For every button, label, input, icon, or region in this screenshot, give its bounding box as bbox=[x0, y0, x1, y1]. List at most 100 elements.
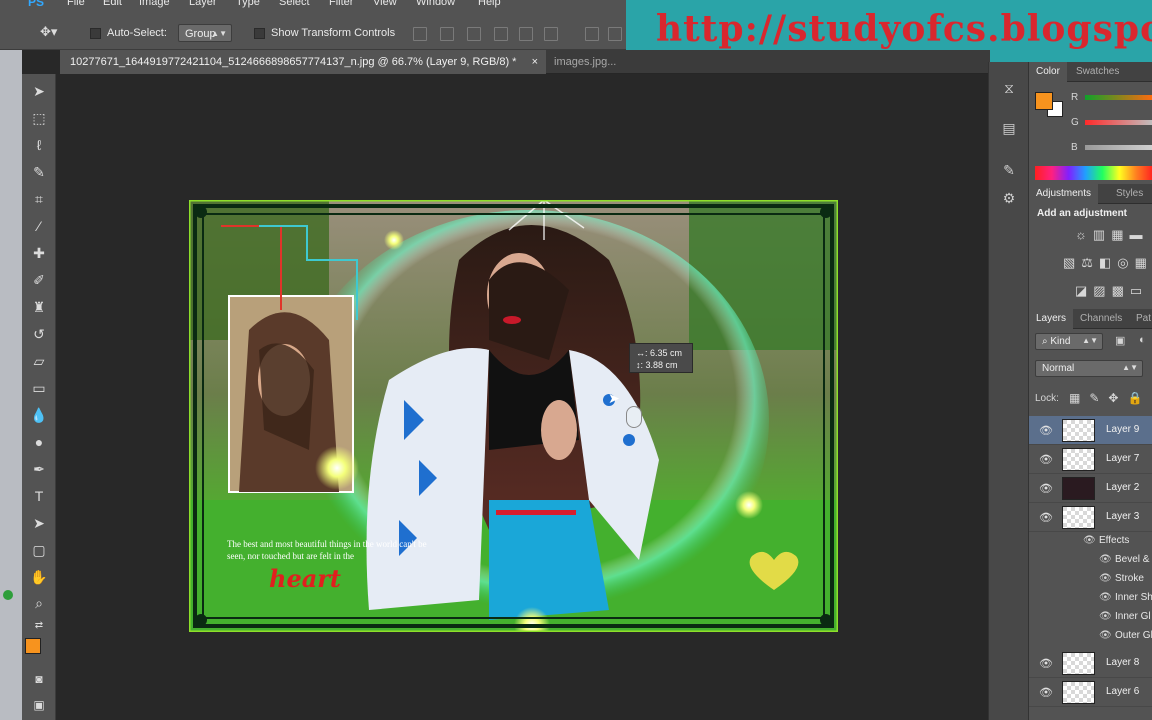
filter-image-icon[interactable]: ▣ bbox=[1115, 334, 1125, 347]
swap-colors-icon[interactable]: ⇄ bbox=[30, 617, 48, 635]
tab-active-document[interactable]: 10277671_1644919772421104_51246668986577… bbox=[60, 50, 546, 74]
menu-view[interactable]: View bbox=[373, 0, 397, 8]
history-panel-icon[interactable]: ⧖ bbox=[999, 78, 1019, 98]
eye-icon[interactable]: 👁 bbox=[1039, 453, 1053, 466]
menu-window[interactable]: Window bbox=[416, 0, 455, 8]
tab-images-document[interactable]: images.jpg... bbox=[544, 50, 626, 74]
auto-select-checkbox[interactable] bbox=[90, 28, 101, 39]
align-hcenter-icon[interactable] bbox=[519, 27, 533, 41]
type-tool-icon[interactable]: T bbox=[30, 487, 48, 505]
menu-image[interactable]: Image bbox=[139, 0, 170, 8]
blur-tool-icon[interactable]: 💧 bbox=[30, 406, 48, 424]
eye-icon[interactable]: 👁 bbox=[1099, 573, 1112, 584]
crop-tool-icon[interactable]: ⌗ bbox=[30, 190, 48, 208]
layer-row-layer-2[interactable]: 👁 Layer 2 bbox=[1029, 474, 1152, 503]
blend-mode-dropdown[interactable]: Normal ▲▼ bbox=[1035, 360, 1143, 377]
tool-presets-panel-icon[interactable]: ⚙ bbox=[999, 188, 1019, 208]
dodge-tool-icon[interactable]: ● bbox=[30, 433, 48, 451]
history-brush-tool-icon[interactable]: ↺ bbox=[30, 325, 48, 343]
effect-row-bevel[interactable]: 👁 Bevel & bbox=[1029, 551, 1152, 570]
gradient-tool-icon[interactable]: ▭ bbox=[30, 379, 48, 397]
color-spectrum-bar[interactable] bbox=[1035, 166, 1152, 180]
adjustment-icons-row-1[interactable]: ☼▥▦▬ bbox=[1075, 227, 1148, 243]
tab-close-icon[interactable]: × bbox=[532, 50, 538, 74]
pen-tool-icon[interactable]: ✒ bbox=[30, 460, 48, 478]
eye-icon[interactable]: 👁 bbox=[1099, 592, 1112, 603]
menu-layer[interactable]: Layer bbox=[189, 0, 217, 8]
eye-icon[interactable]: 👁 bbox=[1099, 611, 1112, 622]
filter-adjust-icon[interactable]: ◐ bbox=[1139, 334, 1146, 346]
menu-type[interactable]: Type bbox=[236, 0, 260, 8]
layer-row-layer-9[interactable]: 👁 Layer 9 bbox=[1029, 416, 1152, 445]
layer-name: Layer 3 bbox=[1106, 511, 1140, 522]
eye-icon[interactable]: 👁 bbox=[1039, 657, 1053, 670]
effect-row-inner-shadow[interactable]: 👁 Inner Sh bbox=[1029, 589, 1152, 608]
eye-icon[interactable]: 👁 bbox=[1039, 424, 1053, 437]
menu-edit[interactable]: Edit bbox=[103, 0, 122, 8]
brush-tool-icon[interactable]: ✐ bbox=[30, 271, 48, 289]
align-top-icon[interactable] bbox=[413, 27, 427, 41]
quick-select-tool-icon[interactable]: ✎ bbox=[30, 163, 48, 181]
eyedropper-tool-icon[interactable]: ⁄ bbox=[30, 217, 48, 235]
screen-mode-icon[interactable]: ▣ bbox=[30, 696, 48, 714]
healing-brush-tool-icon[interactable]: ✚ bbox=[30, 244, 48, 262]
effect-row-stroke[interactable]: 👁 Stroke bbox=[1029, 570, 1152, 589]
effect-row-outer-glow[interactable]: 👁 Outer Gl bbox=[1029, 627, 1152, 646]
foreground-color-swatch[interactable] bbox=[25, 638, 41, 654]
align-vcenter-icon[interactable] bbox=[440, 27, 454, 41]
tab-styles[interactable]: Styles bbox=[1109, 184, 1150, 204]
layer-row-layer-6[interactable]: 👁 Layer 6 bbox=[1029, 678, 1152, 707]
layer-row-layer-7[interactable]: 👁 Layer 7 bbox=[1029, 445, 1152, 474]
auto-select-dropdown[interactable]: Group ▲▼ bbox=[178, 24, 232, 42]
adjustment-icons-row-3[interactable]: ◪▨▩▭ bbox=[1075, 283, 1148, 299]
marquee-tool-icon[interactable]: ⬚ bbox=[30, 109, 48, 127]
effect-row-inner-glow[interactable]: 👁 Inner Gl bbox=[1029, 608, 1152, 627]
quick-mask-icon[interactable]: ◙ bbox=[30, 670, 48, 688]
move-tool-icon[interactable]: ➤ bbox=[30, 82, 48, 100]
eye-icon[interactable]: 👁 bbox=[1099, 554, 1112, 565]
document-canvas[interactable]: The best and most beautiful things in th… bbox=[189, 200, 838, 632]
tab-paths[interactable]: Pat bbox=[1129, 309, 1152, 329]
path-select-tool-icon[interactable]: ➤ bbox=[30, 514, 48, 532]
align-left-icon[interactable] bbox=[494, 27, 508, 41]
effects-row[interactable]: 👁 Effects bbox=[1029, 532, 1152, 551]
eye-icon[interactable]: 👁 bbox=[1039, 482, 1053, 495]
menu-filter[interactable]: Filter bbox=[329, 0, 353, 8]
align-bottom-icon[interactable] bbox=[467, 27, 481, 41]
show-transform-checkbox[interactable] bbox=[254, 28, 265, 39]
eraser-tool-icon[interactable]: ▱ bbox=[30, 352, 48, 370]
layer-row-layer-3[interactable]: 👁 Layer 3 bbox=[1029, 503, 1152, 532]
distribute-center-icon[interactable] bbox=[608, 27, 622, 41]
menu-help[interactable]: Help bbox=[478, 0, 501, 8]
eye-icon[interactable]: 👁 bbox=[1083, 535, 1096, 546]
shape-tool-icon[interactable]: ▢ bbox=[30, 541, 48, 559]
eye-icon[interactable]: 👁 bbox=[1039, 511, 1053, 524]
distribute-top-icon[interactable] bbox=[585, 27, 599, 41]
layer-filter-dropdown[interactable]: ⌕ Kind ▲▼ bbox=[1035, 333, 1103, 350]
channel-r-label: R bbox=[1071, 92, 1079, 103]
clone-stamp-tool-icon[interactable]: ♜ bbox=[30, 298, 48, 316]
eye-icon[interactable]: 👁 bbox=[1039, 686, 1053, 699]
tab-channels[interactable]: Channels bbox=[1073, 309, 1129, 329]
channel-b-slider[interactable] bbox=[1085, 145, 1152, 150]
tab-layers[interactable]: Layers bbox=[1029, 309, 1074, 329]
channel-r-slider[interactable] bbox=[1085, 95, 1152, 100]
lasso-tool-icon[interactable]: ℓ bbox=[30, 136, 48, 154]
eye-icon[interactable]: 👁 bbox=[1099, 630, 1112, 641]
lock-icons[interactable]: ▦✎✥🔒 bbox=[1069, 391, 1151, 405]
align-right-icon[interactable] bbox=[544, 27, 558, 41]
channel-g-slider[interactable] bbox=[1085, 120, 1152, 125]
tab-swatches[interactable]: Swatches bbox=[1069, 62, 1126, 82]
adjustment-icons-row-2[interactable]: ▧⚖◧◎▦ bbox=[1063, 255, 1152, 271]
hand-tool-icon[interactable]: ✋ bbox=[30, 568, 48, 586]
menu-select[interactable]: Select bbox=[279, 0, 310, 8]
menu-file[interactable]: File bbox=[67, 0, 85, 8]
properties-panel-icon[interactable]: ▤ bbox=[999, 118, 1019, 138]
tab-color[interactable]: Color bbox=[1029, 62, 1067, 82]
zoom-tool-icon[interactable]: ⌕ bbox=[30, 594, 48, 612]
color-foreground-swatch[interactable] bbox=[1035, 92, 1053, 110]
layer-row-layer-8[interactable]: 👁 Layer 8 bbox=[1029, 649, 1152, 678]
tab-adjustments[interactable]: Adjustments bbox=[1029, 184, 1099, 204]
move-tool-preset-icon[interactable]: ✥▾ bbox=[40, 24, 57, 40]
brush-panel-icon[interactable]: ✎ bbox=[999, 160, 1019, 180]
